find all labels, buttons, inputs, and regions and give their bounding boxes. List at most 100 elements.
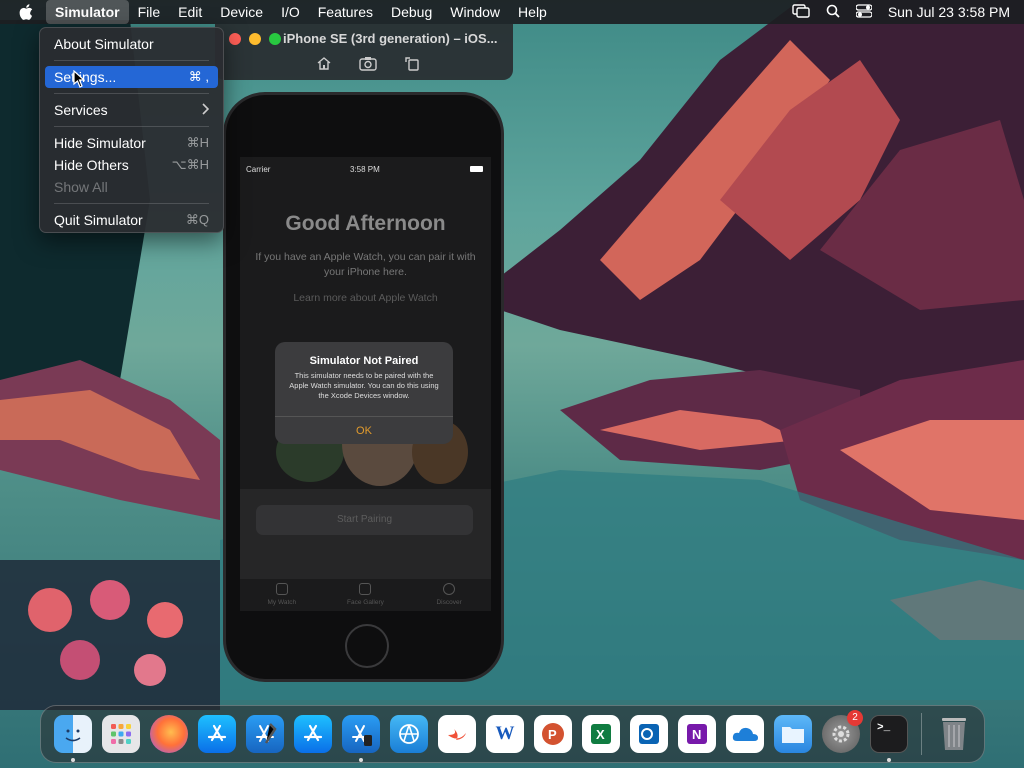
menu-separator	[54, 93, 209, 94]
quit-shortcut: ⌘Q	[185, 212, 209, 227]
rotate-icon[interactable]	[403, 54, 421, 72]
launchpad-icon	[102, 715, 140, 753]
dock-simulator[interactable]	[337, 710, 385, 762]
simulator-icon	[342, 715, 380, 753]
screen-mirroring-icon[interactable]	[792, 3, 810, 21]
mouse-cursor-icon	[73, 69, 86, 93]
status-area: Sun Jul 23 3:58 PM	[792, 0, 1010, 24]
dock: W P X N 2 >_	[40, 705, 985, 763]
hide-others-shortcut: ⌥⌘H	[171, 157, 209, 172]
dock-onedrive[interactable]	[721, 710, 769, 758]
about-simulator-item[interactable]: About Simulator	[45, 33, 218, 55]
quit-label: Quit Simulator	[54, 212, 143, 228]
home-icon[interactable]	[315, 54, 333, 72]
dock-files[interactable]	[769, 710, 817, 758]
dock-xcode[interactable]	[241, 710, 289, 758]
dock-app-store-2[interactable]	[289, 710, 337, 758]
zoom-window-button[interactable]	[269, 33, 281, 45]
tab-my-watch[interactable]: My Watch	[252, 579, 312, 611]
chevron-right-icon	[201, 102, 210, 118]
menu-edit[interactable]: Edit	[169, 0, 211, 24]
alert-title: Simulator Not Paired	[309, 355, 419, 367]
dock-app-store[interactable]	[193, 710, 241, 758]
powerpoint-icon: P	[534, 715, 572, 753]
menu-help[interactable]: Help	[509, 0, 556, 24]
hide-others-item[interactable]: Hide Others ⌥⌘H	[45, 154, 218, 176]
network-utility-icon	[390, 715, 428, 753]
services-label: Services	[54, 102, 108, 118]
simulator-window-titlebar: iPhone SE (3rd generation) – iOS...	[215, 24, 513, 80]
watch-face-icon	[359, 583, 372, 595]
hide-simulator-item[interactable]: Hide Simulator ⌘H	[45, 132, 218, 154]
menu-bar: Simulator File Edit Device I/O Features …	[0, 0, 1024, 24]
tab-face-gallery[interactable]: Face Gallery	[335, 579, 395, 611]
svg-text:N: N	[692, 727, 701, 742]
settings-shortcut: ⌘ ,	[188, 69, 209, 84]
spotlight-search-icon[interactable]	[826, 4, 840, 21]
clock[interactable]: Sun Jul 23 3:58 PM	[888, 4, 1010, 20]
outlook-icon	[630, 715, 668, 753]
dock-powerpoint[interactable]: P	[529, 710, 577, 758]
dock-system-settings[interactable]: 2	[817, 710, 865, 758]
dock-network-utility[interactable]	[385, 710, 433, 758]
alert-ok-button[interactable]: OK	[275, 416, 453, 444]
dock-launchpad[interactable]	[97, 710, 145, 758]
running-indicator	[887, 758, 891, 762]
swift-icon	[438, 715, 476, 753]
minimize-window-button[interactable]	[249, 33, 261, 45]
alert-message: This simulator needs to be paired with t…	[289, 371, 439, 400]
onenote-icon: N	[678, 715, 716, 753]
services-item[interactable]: Services	[45, 99, 218, 121]
start-pairing-button[interactable]: Start Pairing	[256, 505, 473, 535]
app-store-icon	[294, 715, 332, 753]
tab-discover[interactable]: Discover	[419, 579, 479, 611]
tab-label: Discover	[436, 599, 462, 606]
learn-more-link[interactable]: Learn more about Apple Watch	[240, 292, 491, 304]
dock-excel[interactable]: X	[577, 710, 625, 758]
dock-outlook[interactable]	[625, 710, 673, 758]
about-label: About Simulator	[54, 36, 154, 52]
window-controls	[229, 33, 281, 45]
menu-features[interactable]: Features	[309, 0, 382, 24]
simulator-toolbar	[315, 54, 421, 72]
watch-icon	[275, 583, 288, 595]
onedrive-icon	[726, 715, 764, 753]
dock-terminal[interactable]: >_	[865, 710, 913, 762]
ios-time: 3:58 PM	[350, 165, 380, 174]
quit-simulator-item[interactable]: Quit Simulator ⌘Q	[45, 209, 218, 231]
tab-label: Face Gallery	[347, 599, 384, 606]
dock-trash[interactable]	[930, 710, 978, 758]
dock-firefox[interactable]	[145, 710, 193, 758]
pairing-subtitle: If you have an Apple Watch, you can pair…	[255, 251, 476, 278]
menu-simulator[interactable]: Simulator	[46, 0, 129, 24]
show-all-label: Show All	[54, 179, 108, 195]
menu-device[interactable]: Device	[211, 0, 272, 24]
word-icon: W	[486, 715, 524, 753]
show-all-item[interactable]: Show All	[45, 176, 218, 198]
dock-onenote[interactable]: N	[673, 710, 721, 758]
apple-menu-icon[interactable]	[12, 4, 40, 20]
notification-badge: 2	[847, 710, 863, 726]
files-icon	[774, 715, 812, 753]
compass-icon	[443, 583, 456, 595]
simulator-app-menu: About Simulator Settings... ⌘ , Services…	[39, 27, 224, 233]
hide-others-label: Hide Others	[54, 157, 129, 173]
dock-swift[interactable]	[433, 710, 481, 758]
dock-word[interactable]: W	[481, 710, 529, 758]
dock-finder[interactable]	[49, 710, 97, 762]
screenshot-icon[interactable]	[359, 54, 377, 72]
menu-io[interactable]: I/O	[272, 0, 309, 24]
menu-separator	[54, 60, 209, 61]
settings-label: Settings...	[54, 69, 117, 85]
menu-debug[interactable]: Debug	[382, 0, 441, 24]
ios-status-bar: Carrier 3:58 PM	[240, 157, 491, 177]
battery-icon	[470, 166, 483, 172]
xcode-icon	[246, 715, 284, 753]
svg-text:P: P	[548, 727, 557, 742]
settings-item[interactable]: Settings... ⌘ ,	[45, 66, 218, 88]
control-center-icon[interactable]	[855, 3, 873, 21]
menu-file[interactable]: File	[129, 0, 170, 24]
menu-window[interactable]: Window	[441, 0, 509, 24]
home-button[interactable]	[345, 624, 389, 668]
close-window-button[interactable]	[229, 33, 241, 45]
